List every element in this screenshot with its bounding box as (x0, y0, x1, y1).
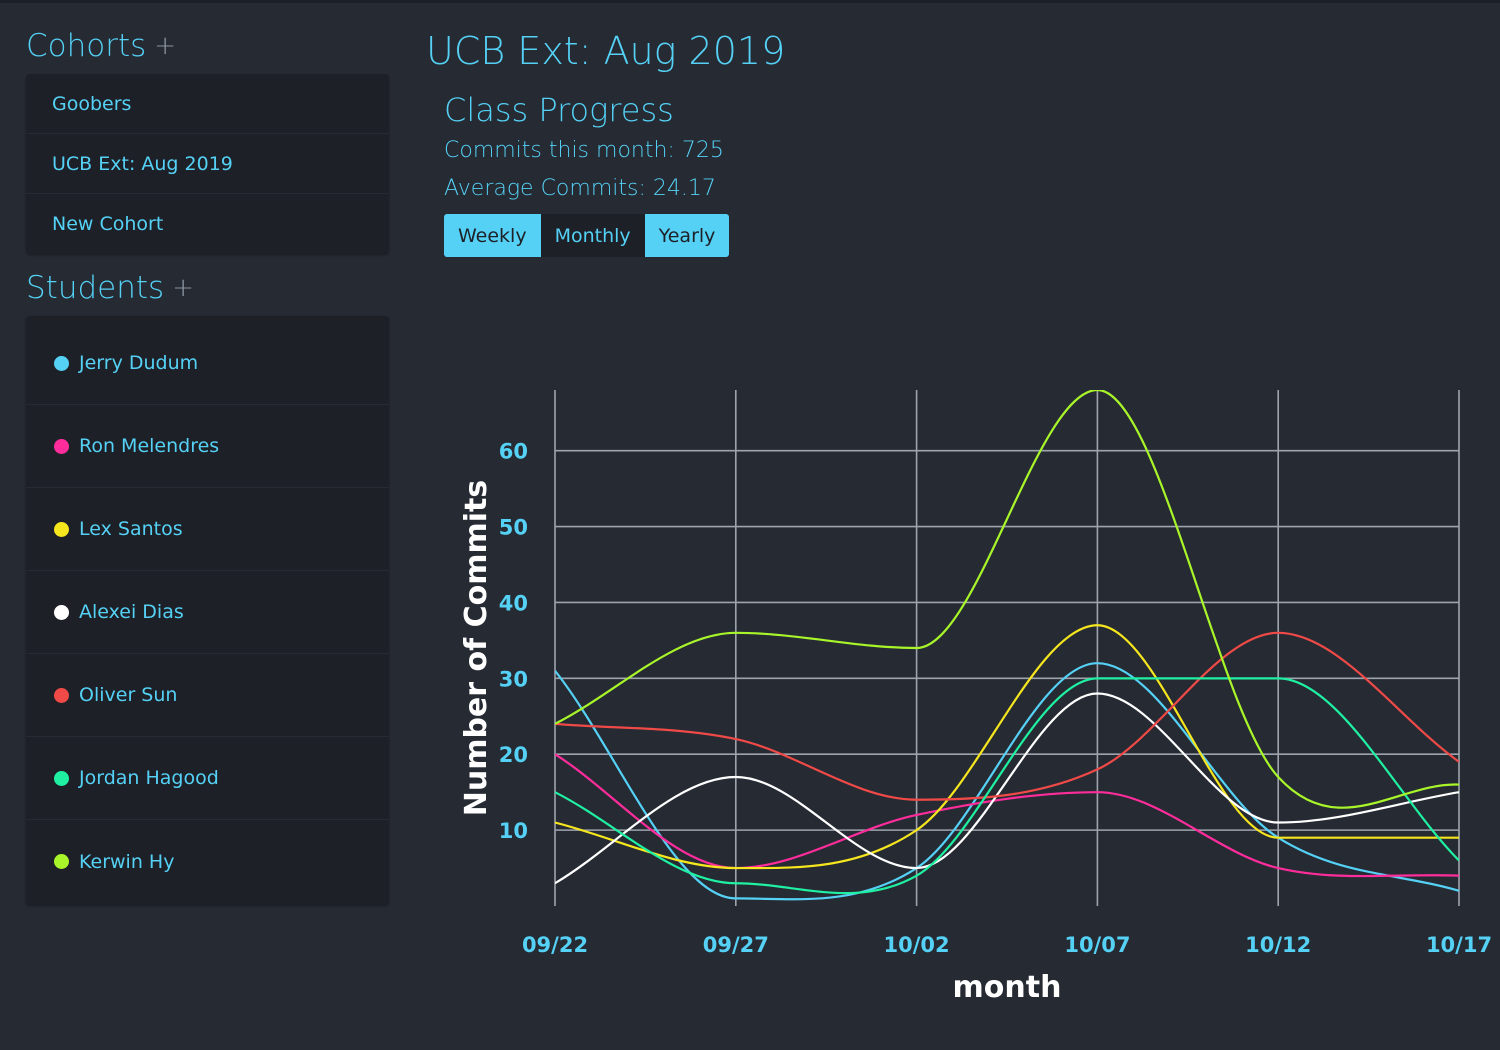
series-line (555, 390, 1459, 809)
x-tick-label: 09/27 (703, 933, 769, 957)
student-name: Kerwin Hy (79, 850, 175, 873)
students-title: Students (26, 270, 165, 306)
weekly-button[interactable]: Weekly (444, 214, 541, 257)
y-tick-label: 30 (499, 667, 528, 691)
cohort-item-ucb-ext[interactable]: UCB Ext: Aug 2019 (26, 134, 389, 194)
student-item[interactable]: Kerwin Hy (26, 820, 389, 903)
student-name: Oliver Sun (79, 684, 178, 706)
x-tick-label: 09/22 (522, 933, 588, 957)
commits-chart: 10 20 30 40 50 60 09/22 09/27 10/02 10/07 10/12 10/… (440, 380, 1500, 1020)
y-tick-label: 10 (499, 819, 528, 843)
student-color-dot (54, 438, 69, 454)
add-student-button[interactable]: + (172, 266, 194, 310)
y-tick-label: 40 (499, 591, 528, 615)
class-progress-title: Class Progress (444, 91, 674, 129)
x-tick-label: 10/17 (1426, 933, 1492, 957)
student-item[interactable]: Oliver Sun (26, 654, 389, 737)
x-axis-title: month (953, 970, 1062, 1005)
y-axis-title: Number of Commits (459, 480, 494, 817)
add-cohort-button[interactable]: + (154, 24, 176, 68)
cohort-list: Goobers UCB Ext: Aug 2019 New Cohort (26, 74, 389, 254)
student-name: Ron Melendres (79, 435, 220, 457)
y-tick-label: 20 (499, 743, 528, 767)
series-line (555, 631, 1459, 801)
cohorts-title: Cohorts (26, 28, 147, 64)
student-color-dot (54, 854, 69, 869)
window-top-border (0, 0, 1500, 3)
student-item[interactable]: Jordan Hagood (26, 737, 389, 820)
student-item[interactable]: Alexei Dias (26, 571, 389, 654)
commits-this-month: Commits this month: 725 (444, 138, 724, 163)
yearly-button[interactable]: Yearly (644, 214, 730, 257)
series-line (555, 753, 1459, 878)
y-tick-label: 60 (499, 440, 528, 464)
monthly-button[interactable]: Monthly (540, 214, 645, 257)
student-name: Jordan Hagood (79, 767, 219, 789)
class-progress-panel: Class Progress Commits this month: 725 A… (444, 88, 1486, 257)
main-panel: UCB Ext: Aug 2019 Class Progress Commits… (426, 26, 1486, 257)
cohort-item-new-cohort[interactable]: New Cohort (26, 194, 389, 254)
x-tick-label: 10/02 (884, 933, 950, 957)
period-toggle: Weekly Monthly Yearly (444, 214, 1486, 257)
cohorts-header: Cohorts + (26, 24, 389, 68)
student-color-dot (54, 521, 69, 537)
average-commits: Average Commits: 24.17 (444, 176, 716, 201)
student-name: Alexei Dias (79, 601, 184, 623)
students-header: Students + (26, 266, 389, 310)
cohort-item-goobers[interactable]: Goobers (26, 74, 389, 134)
student-item[interactable]: Lex Santos (26, 488, 389, 571)
student-name: Jerry Dudum (79, 352, 199, 374)
student-item[interactable]: Jerry Dudum (26, 322, 389, 405)
page-title: UCB Ext: Aug 2019 (426, 29, 786, 73)
student-item[interactable]: Ron Melendres (26, 405, 389, 488)
x-tick-label: 10/12 (1245, 933, 1311, 957)
commits-line-chart: 10 20 30 40 50 60 09/22 09/27 10/02 10/07 10/12 10/… (459, 390, 1492, 1005)
y-tick-label: 50 (499, 516, 528, 540)
sidebar: Cohorts + Goobers UCB Ext: Aug 2019 New … (26, 24, 389, 905)
x-tick-label: 10/07 (1064, 933, 1130, 957)
student-color-dot (54, 604, 69, 620)
student-color-dot (54, 770, 69, 786)
student-color-dot (54, 355, 69, 371)
series-line (555, 677, 1459, 895)
series-line (555, 624, 1459, 870)
student-list: Jerry Dudum Ron Melendres Lex Santos Ale… (26, 316, 389, 905)
student-name: Lex Santos (79, 518, 183, 540)
student-color-dot (54, 687, 69, 703)
